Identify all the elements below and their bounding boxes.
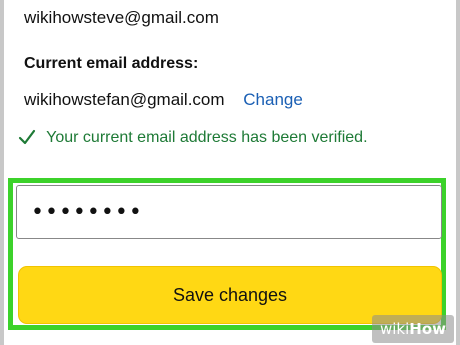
- password-input[interactable]: [16, 185, 442, 239]
- watermark-how: How: [409, 320, 446, 338]
- verified-message: Your current email address has been veri…: [18, 129, 368, 150]
- current-email-row: wikihowstefan@gmail.com Change: [24, 90, 303, 110]
- right-border: [456, 0, 460, 345]
- check-icon: [18, 129, 36, 150]
- verified-text: Your current email address has been veri…: [46, 129, 368, 146]
- wikihow-watermark: wikiHow: [371, 315, 454, 343]
- left-border: [0, 0, 4, 345]
- current-email-value: wikihowstefan@gmail.com: [24, 90, 225, 109]
- change-email-link[interactable]: Change: [243, 90, 303, 109]
- watermark-wiki: wiki: [379, 320, 410, 338]
- email-settings-page: wikihowsteve@gmail.com Current email add…: [0, 0, 460, 345]
- previous-email-text: wikihowsteve@gmail.com: [24, 8, 219, 27]
- current-email-label: Current email address:: [24, 55, 199, 72]
